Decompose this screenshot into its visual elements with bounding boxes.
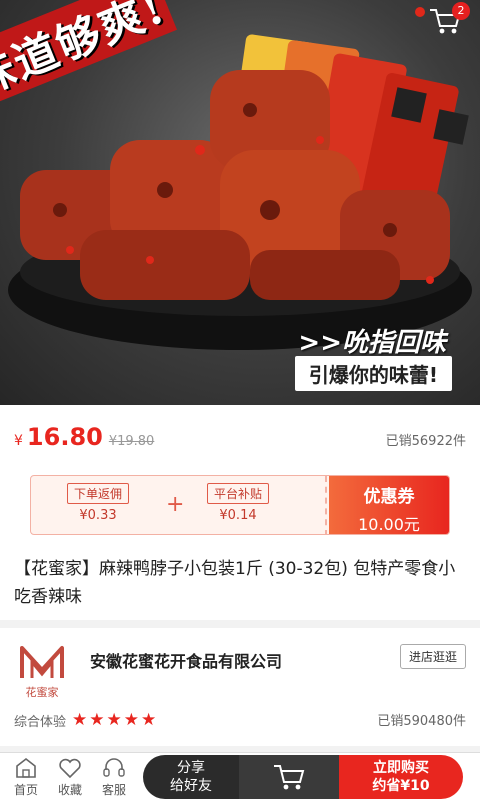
cart-count-badge: 2 — [452, 2, 470, 20]
shop-rating: 综合体验 ★★★★★ — [14, 710, 158, 730]
subsidy-box: 平台补贴 ¥0.14 — [207, 483, 270, 523]
coupon-banner[interactable]: 下单返佣 ¥0.33 + 平台补贴 ¥0.14 优惠券 10.00元 — [30, 475, 450, 535]
shop-sold-count: 已销590480件 — [377, 714, 466, 729]
nav-home[interactable]: 首页 — [4, 755, 48, 798]
hero-tagline-secondary: 引爆你的味蕾! — [294, 356, 452, 391]
shop-name: 安徽花蜜花开食品有限公司 — [90, 652, 283, 671]
coupon-label: 优惠券 — [363, 487, 415, 507]
shop-card: 花蜜家 安徽花蜜花开食品有限公司 进店逛逛 综合体验 ★★★★★ 已销59048… — [0, 628, 480, 746]
share-line-2: 给好友 — [170, 778, 212, 794]
hero-tagline-primary: >>吮指回味 — [298, 328, 446, 358]
headset-icon — [103, 758, 125, 777]
nav-favorite[interactable]: 收藏 — [48, 755, 92, 798]
shop-logo[interactable]: 花蜜家 — [16, 640, 68, 700]
product-hero-image: 味道够爽! >>吮指回味 引爆你的味蕾! 2 — [0, 0, 480, 405]
rating-stars: ★★★★★ — [72, 710, 159, 730]
nav-service-label: 客服 — [101, 783, 126, 797]
nav-home-label: 首页 — [13, 783, 38, 797]
rebate-label: 下单返佣 — [67, 483, 130, 504]
buy-line-2: 约省¥10 — [372, 778, 430, 794]
coupon-claim-button[interactable]: 优惠券 10.00元 — [329, 476, 449, 534]
original-price: ¥19.80 — [108, 434, 155, 449]
current-price: 16.80 — [26, 423, 103, 451]
share-button[interactable]: 分享 给好友 — [143, 755, 239, 799]
plus-sign: + — [166, 492, 185, 517]
header-cart-button[interactable]: 2 — [428, 2, 470, 38]
buy-line-1: 立即购买 — [373, 760, 429, 776]
store-icon — [16, 757, 36, 778]
price-row: ¥ 16.80 ¥19.80 — [14, 423, 154, 451]
nav-favorite-label: 收藏 — [57, 783, 82, 797]
add-to-cart-button[interactable] — [239, 755, 339, 799]
rating-label: 综合体验 — [14, 714, 67, 730]
heart-icon — [59, 758, 81, 779]
share-line-1: 分享 — [177, 760, 205, 776]
subsidy-value: ¥0.14 — [219, 508, 257, 523]
rebate-box: 下单返佣 ¥0.33 — [67, 483, 130, 523]
shop-logo-text: 花蜜家 — [25, 686, 59, 699]
product-title: 【花蜜家】麻辣鸭脖子小包装1斤 (30-32包) 包特产零食小吃香辣味 — [14, 559, 456, 607]
cart-icon — [274, 765, 305, 790]
rebate-value: ¥0.33 — [79, 508, 117, 523]
nav-service[interactable]: 客服 — [92, 755, 136, 798]
visit-shop-button[interactable]: 进店逛逛 — [399, 644, 466, 669]
buy-now-button[interactable]: 立即购买 约省¥10 — [339, 755, 463, 799]
subsidy-label: 平台补贴 — [207, 483, 270, 504]
coupon-rebate-area: 下单返佣 ¥0.33 + 平台补贴 ¥0.14 — [31, 476, 331, 534]
currency-symbol: ¥ — [14, 433, 23, 449]
product-info-card: ¥ 16.80 ¥19.80 已销56922件 下单返佣 ¥0.33 + 平台补… — [0, 405, 480, 620]
coupon-value: 10.00元 — [358, 515, 420, 534]
bottom-action-bar: 首页 收藏 客服 分享 给好友 立即购买 约省¥10 — [0, 752, 480, 800]
sold-count: 已销56922件 — [385, 434, 466, 449]
shop-logo-icon — [20, 646, 64, 678]
